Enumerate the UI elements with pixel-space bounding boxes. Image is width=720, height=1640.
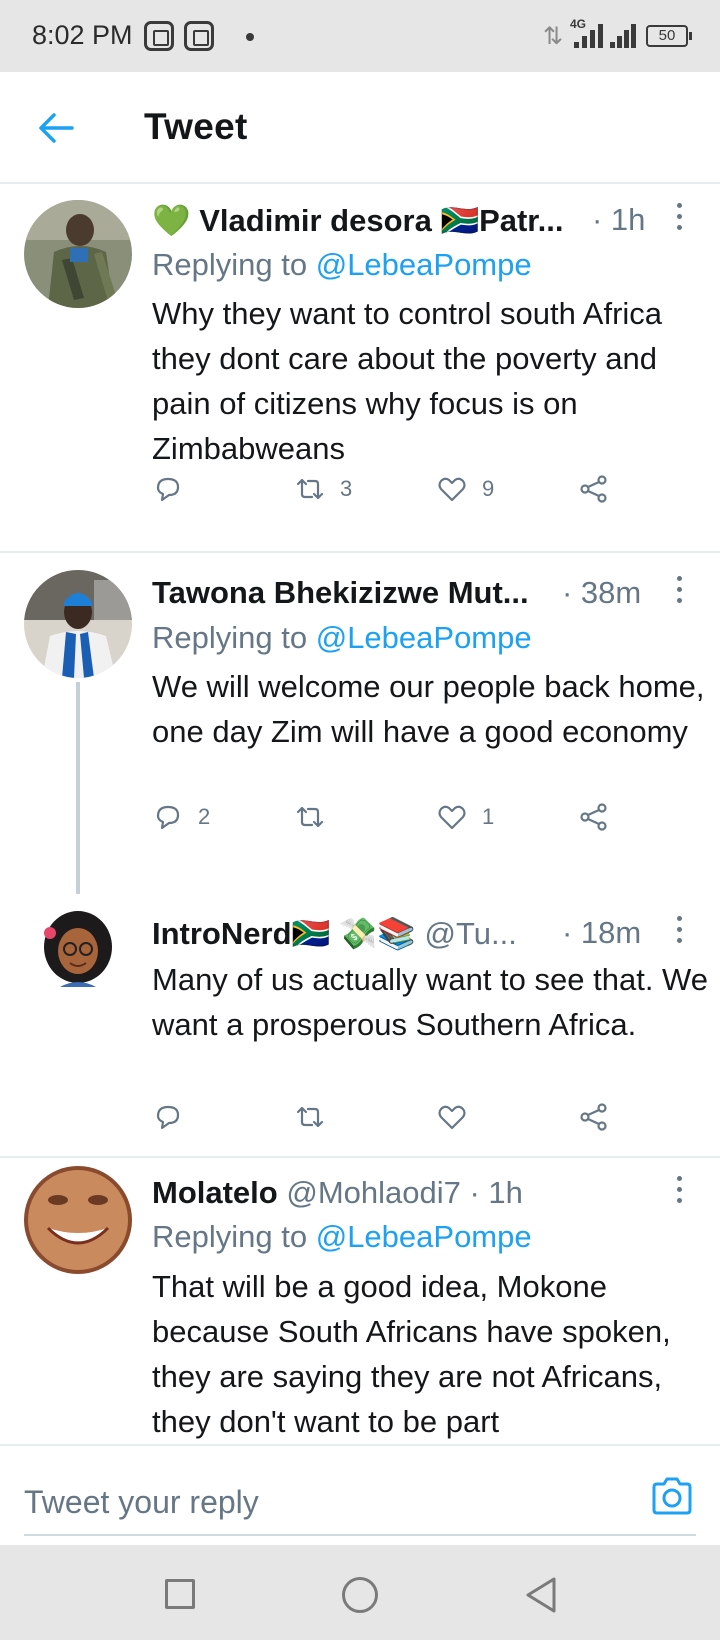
share-button[interactable] <box>578 1099 610 1135</box>
share-icon <box>580 803 607 831</box>
tweet-item[interactable]: Molatelo @Mohlaodi7 · 1h Replying to @Le… <box>0 1158 720 1444</box>
share-button[interactable] <box>578 799 610 835</box>
more-options-icon[interactable] <box>676 203 684 231</box>
battery-icon: 50 <box>646 25 692 47</box>
tweet-actions <box>152 1099 632 1135</box>
more-options-icon[interactable] <box>676 1176 684 1204</box>
like-count: 9 <box>482 476 495 501</box>
avatar[interactable] <box>24 570 132 678</box>
replying-to: Replying to @LebeaPompe <box>152 620 532 656</box>
author-name-suffix[interactable]: Patr... <box>479 203 563 238</box>
app-notification-icon <box>184 21 214 51</box>
more-options-icon[interactable] <box>676 916 684 944</box>
data-arrows-icon: ⇅ <box>543 23 564 50</box>
tweet-time: · 1h <box>469 1175 523 1210</box>
author-name[interactable]: Molatelo <box>152 1175 278 1210</box>
mention-link[interactable]: @LebeaPompe <box>316 247 532 282</box>
tweet-item[interactable]: 💚 Vladimir desora 🇿🇦Patr... · 1h Replyin… <box>0 185 720 527</box>
tweet-text: That will be a good idea, Mokone because… <box>152 1269 671 1439</box>
system-nav-bar <box>0 1545 720 1640</box>
tweet-actions: 3 9 <box>152 471 632 507</box>
retweet-icon <box>296 478 324 500</box>
tweet-time: · 38m <box>562 575 642 610</box>
share-icon <box>580 1103 607 1131</box>
mention-link[interactable]: @LebeaPompe <box>316 620 532 655</box>
tweet-text: Why they want to control south Africa th… <box>152 296 663 466</box>
heart-icon <box>438 805 466 830</box>
mention-link[interactable]: @LebeaPompe <box>316 1219 532 1254</box>
reply-composer <box>0 1444 720 1545</box>
reply-button[interactable]: 2 <box>152 799 210 835</box>
replying-to-label: Replying to <box>152 1219 308 1254</box>
tweet-item[interactable]: Tawona Bhekizizwe Mut... · 38m Replying … <box>0 553 720 897</box>
back-arrow-icon[interactable] <box>36 108 76 148</box>
reply-button[interactable] <box>152 1099 198 1135</box>
heart-icon <box>438 477 466 502</box>
avatar[interactable] <box>36 907 120 991</box>
recents-square-icon[interactable] <box>165 1579 195 1609</box>
author-name[interactable]: Vladimir desora <box>199 203 432 238</box>
replying-to: Replying to @LebeaPompe <box>152 247 532 283</box>
reply-button[interactable] <box>152 471 198 507</box>
flag-emoji: 🇿🇦 <box>440 203 480 238</box>
page-title: Tweet <box>144 106 248 147</box>
heart-icon <box>438 1105 466 1130</box>
author-handle[interactable]: @Mohlaodi7 <box>286 1175 461 1210</box>
retweet-icon <box>296 1106 324 1128</box>
tweet-item[interactable]: IntroNerd🇿🇦 💸📚 @Tu... · 18m Many of us a… <box>0 897 720 1157</box>
replying-to-label: Replying to <box>152 620 308 655</box>
status-bar: 8:02 PM ⇅ 4G 50 <box>0 0 720 72</box>
share-icon <box>580 475 607 503</box>
reply-count: 2 <box>198 804 211 829</box>
tweet-time: · 1h <box>592 202 646 237</box>
home-circle-icon[interactable] <box>342 1577 378 1613</box>
reply-input[interactable] <box>24 1458 696 1536</box>
notification-dot-icon <box>246 33 254 41</box>
top-app-bar: Tweet <box>0 72 720 184</box>
more-options-icon[interactable] <box>676 576 684 604</box>
tweet-text: Many of us actually want to see that. We… <box>152 962 708 1042</box>
like-button[interactable] <box>436 1099 482 1135</box>
reply-icon <box>156 1105 180 1130</box>
reply-feed[interactable]: 💚 Vladimir desora 🇿🇦Patr... · 1h Replyin… <box>0 185 720 1444</box>
avatar[interactable] <box>24 1166 132 1274</box>
back-triangle-icon[interactable] <box>522 1575 558 1615</box>
retweet-button[interactable]: 3 <box>294 471 352 507</box>
share-button[interactable] <box>578 471 610 507</box>
name-emojis: 🇿🇦 💸📚 <box>291 916 416 951</box>
heart-emoji: 💚 <box>152 203 191 238</box>
author-handle[interactable]: @Tu... <box>425 916 517 951</box>
retweet-count: 3 <box>340 476 353 501</box>
signal-icon <box>574 24 610 48</box>
retweet-button[interactable] <box>294 1099 340 1135</box>
app-notification-icon <box>144 21 174 51</box>
like-button[interactable]: 1 <box>436 799 494 835</box>
author-name[interactable]: Tawona Bhekizizwe Mut... <box>152 575 529 610</box>
replying-to: Replying to @LebeaPompe <box>152 1219 532 1255</box>
tweet-time: · 18m <box>562 915 642 950</box>
status-time: 8:02 PM <box>32 20 133 50</box>
avatar[interactable] <box>24 200 132 308</box>
tweet-text: We will welcome our people back home, on… <box>152 669 705 749</box>
retweet-button[interactable] <box>294 799 340 835</box>
retweet-icon <box>296 806 324 828</box>
reply-icon <box>156 477 180 502</box>
tweet-actions: 2 1 <box>152 799 632 835</box>
thread-connector <box>76 682 80 894</box>
like-count: 1 <box>482 804 495 829</box>
author-name[interactable]: IntroNerd <box>152 916 292 951</box>
replying-to-label: Replying to <box>152 247 308 282</box>
like-button[interactable]: 9 <box>436 471 494 507</box>
reply-icon <box>156 805 180 830</box>
camera-icon[interactable] <box>650 1476 694 1516</box>
signal-icon <box>610 24 640 48</box>
tweet-header: Molatelo @Mohlaodi7 · 1h <box>152 1175 720 1215</box>
